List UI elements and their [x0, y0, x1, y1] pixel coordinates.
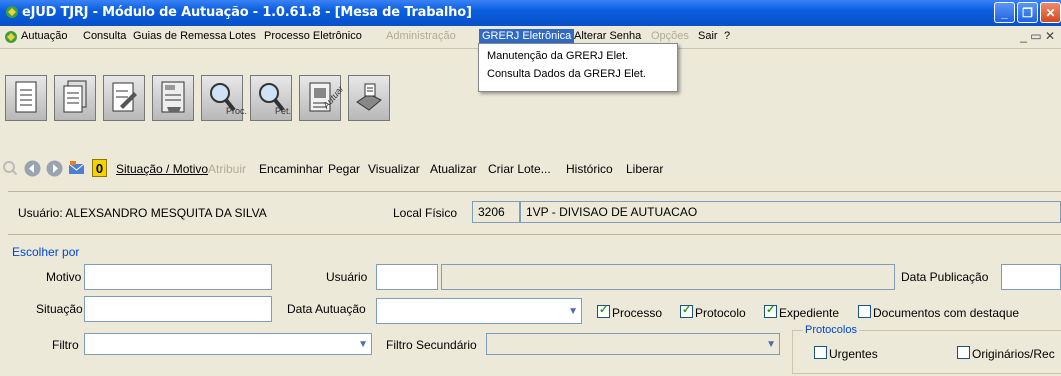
search-pet-button[interactable]: Pet.: [250, 75, 292, 121]
local-name-field: 1VP - DIVISAO DE AUTUACAO: [520, 201, 1061, 223]
app-menu-icon[interactable]: [4, 30, 18, 44]
local-fisico-label: Local Físico: [393, 206, 458, 220]
checkbox-expediente-box[interactable]: [764, 303, 777, 318]
checkbox-processo-label: Processo: [612, 306, 663, 320]
menu-lotes[interactable]: Lotes: [229, 30, 256, 42]
filter-group-title: Escolher por: [12, 245, 80, 259]
action-historico[interactable]: Histórico: [566, 162, 613, 176]
mail-icon[interactable]: [68, 160, 85, 177]
action-atualizar[interactable]: Atualizar: [430, 162, 477, 176]
restore-button[interactable]: ❐: [1017, 2, 1038, 23]
scanner-button[interactable]: [348, 75, 390, 121]
checkbox-processo-box[interactable]: [597, 303, 610, 318]
checkbox-urgentes-label: Urgentes: [829, 347, 878, 361]
autuar-button[interactable]: Autuar: [299, 75, 346, 121]
zero-badge[interactable]: 0: [92, 159, 107, 177]
menu-grerj-eletronica[interactable]: GRERJ Eletrônica: [479, 29, 575, 43]
window-title: eJUD TJRJ - Módulo de Autuação - 1.0.61.…: [22, 5, 472, 20]
pet-label: Pet.: [275, 106, 292, 116]
document-icon: [15, 81, 37, 113]
action-bar: 0 Situação / Motivo Atribuir Encaminhar …: [0, 147, 1061, 189]
register-document-button[interactable]: [152, 75, 194, 121]
title-bar: eJUD TJRJ - Módulo de Autuação - 1.0.61.…: [0, 0, 1061, 26]
filtro-select[interactable]: ▼: [84, 333, 372, 355]
action-atribuir: Atribuir: [208, 162, 247, 176]
menu-consulta[interactable]: Consulta: [83, 30, 126, 42]
edit-document-button[interactable]: [103, 75, 145, 121]
data-publicacao-label: Data Publicação: [901, 270, 989, 284]
scanner-icon: [356, 83, 382, 111]
zoom-icon[interactable]: [2, 160, 19, 177]
action-encaminhar[interactable]: Encaminhar: [259, 162, 323, 176]
proc-label: Proc.: [226, 106, 248, 116]
checkbox-documentos-destaque[interactable]: Documentos com destaque: [858, 305, 1019, 320]
menu-administracao: Administração: [386, 30, 456, 42]
checkbox-protocolo-label: Protocolo: [695, 306, 746, 320]
edit-document-icon: [112, 82, 137, 112]
checkbox-protocolo[interactable]: Protocolo: [680, 303, 746, 320]
mdi-controls[interactable]: _ ▭ ✕: [1020, 29, 1055, 43]
search-proc-button[interactable]: Proc.: [201, 75, 247, 121]
app-icon: [6, 6, 18, 18]
usuario-code-input[interactable]: [376, 264, 438, 290]
menu-alterar-senha[interactable]: Alterar Senha: [574, 30, 641, 42]
menu-item-consulta-grerj[interactable]: Consulta Dados da GRERJ Elet.: [487, 68, 646, 80]
usuario-name-field: [441, 264, 895, 290]
filtro-secundario-label: Filtro Secundário: [386, 338, 477, 352]
motivo-input[interactable]: [84, 264, 272, 290]
local-code-field: 3206: [472, 201, 520, 223]
info-bar: Usuário: ALEXSANDRO MESQUITA DA SILVA Lo…: [8, 191, 1061, 235]
documents-stack-icon: [63, 80, 87, 113]
checkbox-originarios-label: Originários/Rec: [972, 347, 1055, 361]
chevron-down-icon: ▼: [358, 339, 368, 350]
checkbox-expediente-label: Expediente: [779, 306, 840, 320]
close-button[interactable]: ✕: [1040, 2, 1061, 23]
forward-icon[interactable]: [46, 160, 63, 177]
menu-item-manutencao-grerj[interactable]: Manutenção da GRERJ Elet.: [487, 50, 628, 62]
data-autuacao-select[interactable]: ▼: [376, 298, 582, 324]
usuario-label: Usuário: [326, 270, 368, 284]
checkbox-documentos-label: Documentos com destaque: [873, 306, 1020, 320]
chevron-down-icon: ▼: [766, 339, 776, 350]
chevron-down-icon: ▼: [568, 306, 578, 317]
grerj-dropdown-menu: Manutenção da GRERJ Elet. Consulta Dados…: [478, 43, 678, 92]
menu-sair[interactable]: Sair: [698, 30, 718, 42]
menu-help[interactable]: ?: [724, 30, 730, 42]
situacao-input[interactable]: [84, 296, 272, 322]
action-pegar[interactable]: Pegar: [328, 162, 360, 176]
checkbox-urgentes-box[interactable]: [814, 346, 827, 359]
menu-processo-eletronico[interactable]: Processo Eletrônico: [264, 30, 362, 42]
user-info: Usuário: ALEXSANDRO MESQUITA DA SILVA: [18, 206, 267, 220]
menu-guias-remessa[interactable]: Guias de Remessa: [133, 30, 227, 42]
data-publicacao-input[interactable]: [1001, 264, 1061, 290]
minimize-button[interactable]: _: [994, 2, 1015, 23]
motivo-label: Motivo: [46, 270, 82, 284]
stamped-document-icon: [161, 81, 185, 113]
checkbox-documentos-box[interactable]: [858, 305, 871, 318]
menu-opcoes: Opções: [651, 30, 689, 42]
situacao-label: Situação: [36, 302, 83, 316]
data-autuacao-label: Data Autuação: [287, 302, 366, 316]
documents-stack-button[interactable]: [54, 75, 96, 121]
checkbox-originarios-box[interactable]: [957, 346, 970, 359]
action-visualizar[interactable]: Visualizar: [368, 162, 420, 176]
checkbox-urgentes[interactable]: Urgentes: [814, 346, 878, 361]
filtro-label: Filtro: [52, 338, 79, 352]
action-situacao-motivo[interactable]: Situação / Motivo: [116, 162, 208, 176]
document-button[interactable]: [5, 75, 47, 121]
back-icon[interactable]: [24, 160, 41, 177]
filtro-secundario-select[interactable]: ▼: [486, 333, 780, 355]
action-criar-lote[interactable]: Criar Lote...: [488, 162, 551, 176]
action-liberar[interactable]: Liberar: [626, 162, 663, 176]
protocolos-group-title: Protocolos: [803, 324, 859, 336]
checkbox-protocolo-box[interactable]: [680, 303, 693, 318]
checkbox-expediente[interactable]: Expediente: [764, 303, 840, 320]
checkbox-processo[interactable]: Processo: [597, 303, 663, 320]
checkbox-originarios[interactable]: Originários/Rec: [957, 346, 1055, 361]
menu-autuacao[interactable]: Autuação: [21, 30, 67, 42]
